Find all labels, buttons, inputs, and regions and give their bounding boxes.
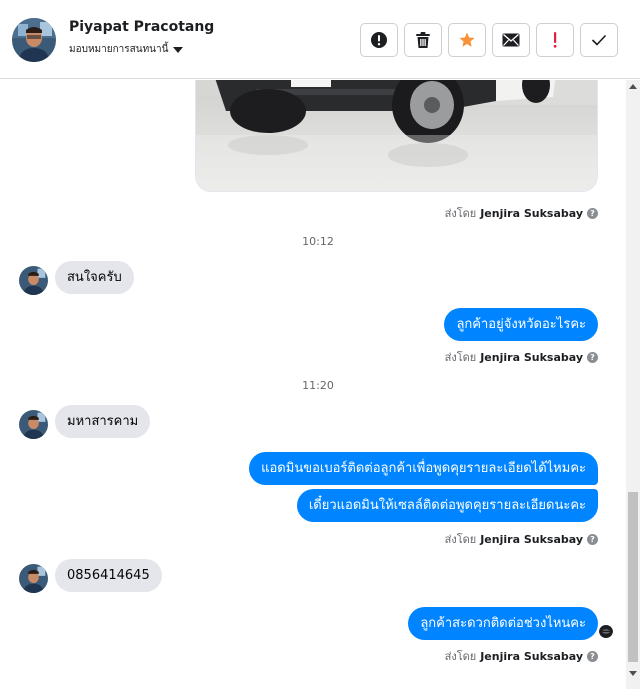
scroll-down-arrow-icon[interactable] [626,671,640,681]
seen-avatar-icon [599,624,613,638]
star-button[interactable] [448,23,486,57]
contact-avatar[interactable] [12,18,56,62]
sent-by-label: ส่งโดย Jenjira Suksabay ? [445,530,598,548]
timestamp: 11:20 [302,379,334,392]
sender-name: Jenjira Suksabay [480,649,583,663]
mark-done-button[interactable] [580,23,618,57]
exclamation-icon [553,32,557,48]
contact-avatar-small[interactable] [19,564,48,593]
timestamp: 10:12 [302,235,334,248]
mark-unread-button[interactable] [492,23,530,57]
outgoing-message[interactable]: แอดมินขอเบอร์ติดต่อลูกค้าเพื่อพูดคุยรายล… [249,452,598,485]
assign-label: มอบหมายการสนทนานี้ [69,44,169,55]
contact-avatar-small[interactable] [19,410,48,439]
help-icon[interactable]: ? [587,351,598,363]
envelope-icon [502,33,520,47]
conversation-header: Piyapat Pracotang มอบหมายการสนทนานี้ [0,0,640,79]
delete-button[interactable] [404,23,442,57]
attached-car-photo[interactable] [195,80,598,192]
outgoing-message[interactable]: เดี๋ยวแอดมินให้เซลล์ติดต่อพูดคุยรายละเอี… [296,489,598,522]
incoming-message[interactable]: มหาสารคาม [55,405,151,438]
sender-name: Jenjira Suksabay [480,350,583,364]
sent-by-label: ส่งโดย Jenjira Suksabay ? [445,348,598,366]
sent-by-label: ส่งโดย Jenjira Suksabay ? [445,647,598,665]
help-icon[interactable]: ? [587,207,598,219]
scrollbar-thumb[interactable] [628,492,638,662]
alert-circle-icon [371,32,387,48]
scroll-up-arrow-icon[interactable] [626,84,640,94]
sent-by-label: ส่งโดย Jenjira Suksabay ? [445,204,598,222]
scrollbar[interactable] [626,80,640,689]
incoming-message[interactable]: 0856414645 [55,559,162,592]
contact-name: Piyapat Pracotang [69,19,215,35]
checkmark-icon [591,34,607,46]
message-thread: ส่งโดย Jenjira Suksabay ? 10:12 สนใจครับ… [0,80,626,689]
help-icon[interactable]: ? [587,650,598,662]
outgoing-message[interactable]: ลูกค้าอยู่จังหวัดอะไรคะ [444,308,598,341]
sender-name: Jenjira Suksabay [480,532,583,546]
conversation-actions [360,23,618,57]
star-icon [459,32,475,47]
trash-icon [416,32,430,48]
outgoing-message[interactable]: ลูกค้าสะดวกติดต่อช่วงไหนคะ [408,607,598,640]
assign-conversation-dropdown[interactable]: มอบหมายการสนทนานี้ [69,42,184,57]
incoming-message[interactable]: สนใจครับ [55,261,134,294]
follow-up-button[interactable] [536,23,574,57]
help-icon[interactable]: ? [587,533,598,545]
spam-button[interactable] [360,23,398,57]
contact-avatar-small[interactable] [19,266,48,295]
sender-name: Jenjira Suksabay [480,206,583,220]
caret-down-icon [173,47,184,53]
